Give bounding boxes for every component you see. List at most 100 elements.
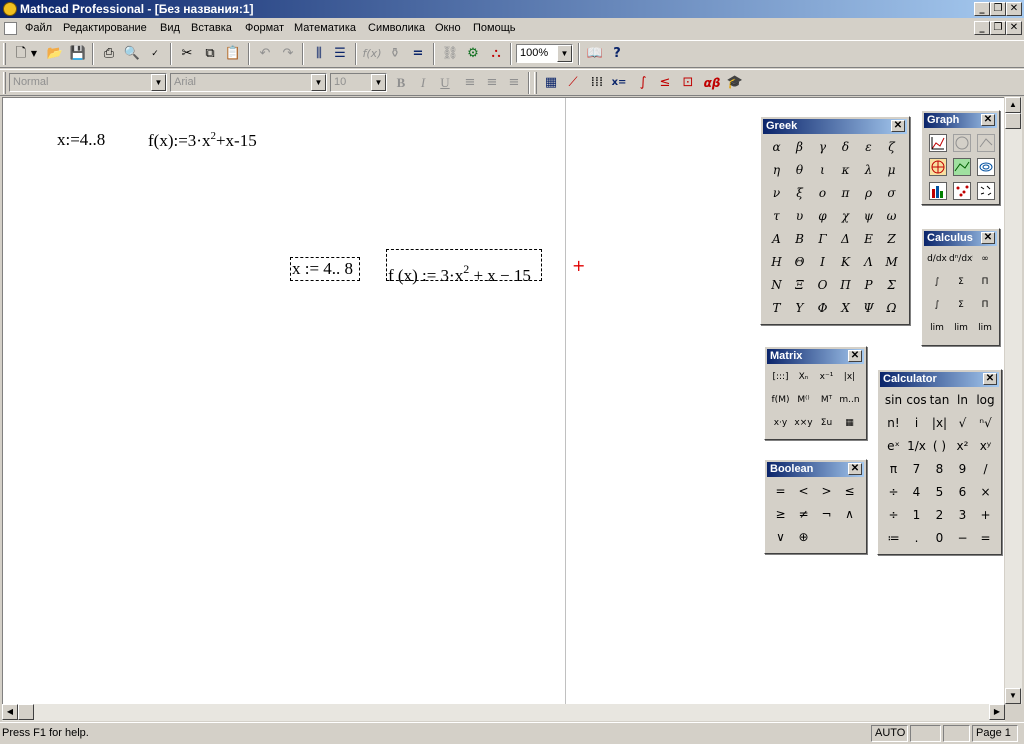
boolean-operator-button[interactable]: ≤ [838, 480, 861, 503]
matrix-toolbar-icon[interactable]: ⁞⁞⁞ [586, 72, 608, 94]
calculator-key-button[interactable]: ≔ [882, 527, 905, 550]
matrix-operator-button[interactable]: f(M) [769, 389, 792, 412]
greek-letter-button[interactable]: Π [834, 274, 857, 297]
greek-letter-button[interactable]: Σ [880, 274, 903, 297]
greek-letter-button[interactable]: φ [811, 205, 834, 228]
minimize-button[interactable]: _ [974, 2, 990, 16]
greek-letter-button[interactable]: ε [857, 136, 880, 159]
calculator-toolbar-icon[interactable]: ▦ [540, 72, 562, 94]
maximize-button[interactable]: ❐ [990, 2, 1006, 16]
title-bar[interactable]: Mathcad Professional - [Без названия:1] [0, 0, 1024, 18]
greek-letter-button[interactable]: ω [880, 205, 903, 228]
spellcheck-icon[interactable]: ✓ [144, 43, 166, 65]
insert-hyperlink-icon[interactable]: ⛓ [439, 43, 461, 65]
greek-letter-button[interactable]: ο [811, 182, 834, 205]
matrix-operator-button[interactable]: Mᵀ [815, 389, 838, 412]
doc-minimize-button[interactable]: _ [974, 21, 990, 35]
calculus-operator-button[interactable]: ∫ [925, 271, 949, 294]
vertical-scrollbar[interactable]: ▲ ▼ [1005, 97, 1022, 704]
greek-letter-button[interactable]: Φ [811, 297, 834, 320]
matrix-operator-button[interactable]: Xₙ [792, 366, 815, 389]
calculator-key-button[interactable]: 0 [928, 527, 951, 550]
graph-toolbar-icon[interactable]: ⟋ [562, 72, 584, 94]
contour-plot-icon[interactable] [977, 158, 995, 176]
print-icon[interactable]: ⎙ [98, 43, 120, 65]
calculus-toolbar-icon[interactable]: ∫ [632, 72, 654, 94]
calculator-key-button[interactable]: . [905, 527, 928, 550]
document-icon[interactable] [4, 22, 17, 35]
greek-letter-button[interactable]: Υ [788, 297, 811, 320]
italic-button[interactable]: I [412, 72, 434, 94]
boolean-operator-button[interactable]: ¬ [815, 503, 838, 526]
graph-palette-title[interactable]: Graph ✕ [924, 113, 997, 128]
matrix-operator-button[interactable]: x×y [792, 412, 815, 435]
calculator-key-button[interactable]: 7 [905, 458, 928, 481]
calculus-operator-button[interactable]: lim [925, 317, 949, 340]
surface-3d-icon[interactable] [953, 158, 971, 176]
calculator-key-button[interactable]: / [974, 458, 997, 481]
matrix-operator-button[interactable]: |x| [838, 366, 861, 389]
calculus-operator-button[interactable]: lim [949, 317, 973, 340]
calculus-operator-button[interactable]: ∫ [925, 294, 949, 317]
calculator-key-button[interactable]: π [882, 458, 905, 481]
calculator-key-button[interactable]: 2 [928, 504, 951, 527]
app-icon[interactable] [3, 2, 17, 16]
toolbar-grip[interactable] [3, 72, 6, 94]
doc-restore-button[interactable]: ❐ [990, 21, 1006, 35]
matrix-close-icon[interactable]: ✕ [848, 350, 862, 362]
undo-icon[interactable]: ↶ [254, 43, 276, 65]
scroll-left-button[interactable]: ◀ [2, 704, 18, 720]
calculator-palette-title[interactable]: Calculator ✕ [880, 372, 999, 387]
calculator-key-button[interactable]: xʸ [974, 435, 997, 458]
greek-letter-button[interactable]: γ [811, 136, 834, 159]
math-range-definition[interactable]: x := 4.. 8 [290, 257, 360, 281]
align-center-icon[interactable]: ≡ [481, 72, 503, 94]
horizontal-scrollbar[interactable]: ◀ ▶ [2, 704, 1005, 721]
open-folder-icon[interactable]: 📂 [44, 43, 66, 65]
calculus-operator-button[interactable]: Π [973, 294, 997, 317]
calculator-key-button[interactable]: ln [951, 389, 974, 412]
evaluation-toolbar-icon[interactable]: x= [608, 72, 630, 94]
greek-letter-button[interactable]: Λ [857, 251, 880, 274]
calculator-key-button[interactable]: 1/x [905, 435, 928, 458]
greek-letter-button[interactable]: μ [880, 159, 903, 182]
scatter-3d-icon[interactable] [953, 182, 971, 200]
text-range-definition[interactable]: x:=4..8 [57, 130, 105, 150]
toolbar-grip[interactable] [3, 43, 6, 65]
align-left-icon[interactable]: ≡ [459, 72, 481, 94]
calculus-operator-button[interactable]: Π [973, 271, 997, 294]
greek-letter-button[interactable]: Α [765, 228, 788, 251]
matrix-operator-button[interactable]: Σu [815, 412, 838, 435]
menu-format[interactable]: Формат [245, 21, 284, 35]
greek-close-icon[interactable]: ✕ [891, 120, 905, 132]
surface-plot-icon[interactable] [977, 134, 995, 152]
matrix-operator-button[interactable]: x⁻¹ [815, 366, 838, 389]
greek-letter-button[interactable]: Μ [880, 251, 903, 274]
greek-letter-button[interactable]: χ [834, 205, 857, 228]
greek-letter-button[interactable]: ρ [857, 182, 880, 205]
toolbar-grip[interactable] [534, 72, 537, 94]
greek-toolbar-icon[interactable]: αβ [701, 72, 723, 94]
greek-letter-button[interactable]: Ο [811, 274, 834, 297]
calculus-operator-button[interactable]: Σ [949, 271, 973, 294]
greek-letter-button[interactable]: σ [880, 182, 903, 205]
greek-letter-button[interactable]: κ [834, 159, 857, 182]
greek-letter-button[interactable]: ζ [880, 136, 903, 159]
run-mathconnex-icon[interactable]: ⛬ [485, 43, 507, 65]
calculus-operator-button[interactable]: ∞ [973, 248, 997, 271]
greek-letter-button[interactable]: Ρ [857, 274, 880, 297]
bar-3d-icon[interactable] [929, 182, 947, 200]
greek-letter-button[interactable]: Ω [880, 297, 903, 320]
size-dropdown-icon[interactable]: ▼ [371, 74, 386, 91]
style-select[interactable]: Normal ▼ [9, 73, 167, 92]
insert-function-icon[interactable]: f(x) [361, 43, 383, 65]
boolean-operator-button[interactable]: > [815, 480, 838, 503]
symbolic-toolbar-icon[interactable]: 🎓 [724, 72, 746, 94]
paste-clipboard-icon[interactable]: 📋 [222, 43, 244, 65]
calculator-key-button[interactable]: 9 [951, 458, 974, 481]
calculus-palette-title[interactable]: Calculus ✕ [924, 231, 997, 246]
align-right-icon[interactable]: ≡ [503, 72, 525, 94]
calculus-operator-button[interactable]: lim [973, 317, 997, 340]
calculator-key-button[interactable]: cos [905, 389, 928, 412]
calculator-key-button[interactable]: ( ) [928, 435, 951, 458]
